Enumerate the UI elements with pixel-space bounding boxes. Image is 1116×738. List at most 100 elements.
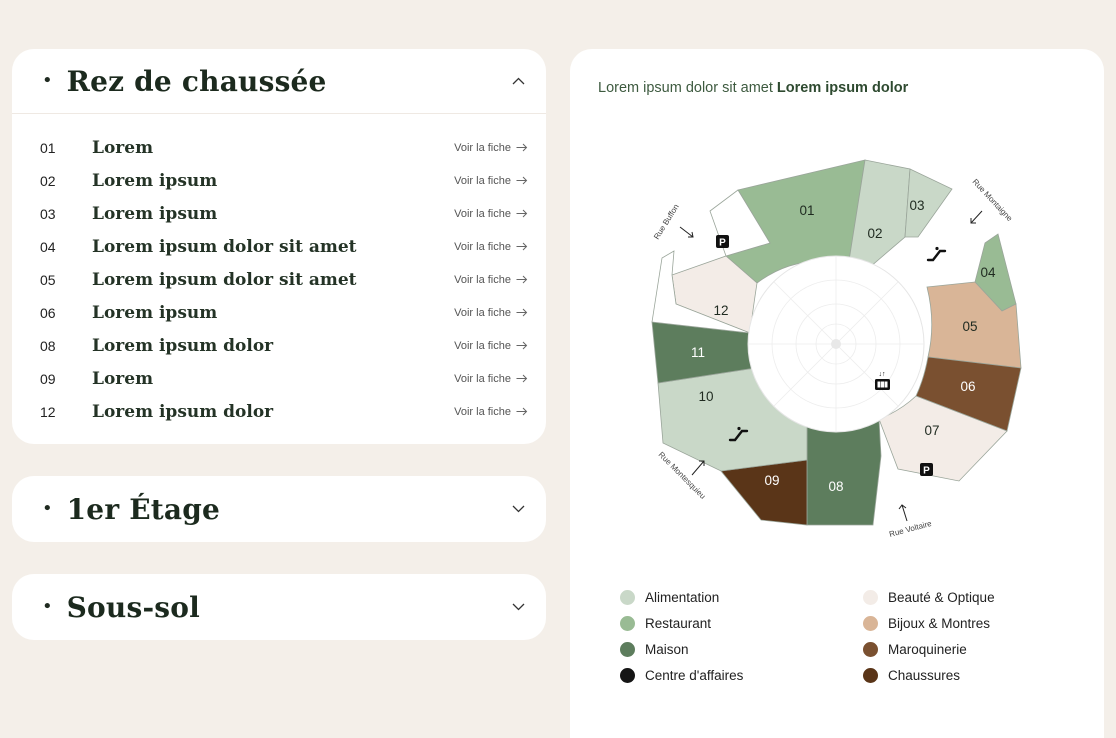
voir-la-fiche-link[interactable]: Voir la fiche (454, 142, 528, 154)
shop-list: 01 Lorem Voir la fiche 02 Lorem ipsum Voir la… (12, 114, 546, 428)
arrow-right-icon (516, 374, 528, 383)
shop-name: Lorem ipsum dolor (92, 401, 274, 422)
accordion-header-1er-etage[interactable]: • 1er Étage (12, 476, 546, 542)
shop-row: 08 Lorem ipsum dolor Voir la fiche (12, 329, 546, 362)
voir-la-fiche-link[interactable]: Voir la fiche (454, 373, 528, 385)
arrow-right-icon (516, 209, 528, 218)
zone-label-06: 06 (960, 379, 975, 394)
chevron-down-icon[interactable] (510, 501, 526, 517)
accordion-header-sous-sol[interactable]: • Sous-sol (12, 574, 546, 640)
floor-map: 01 02 03 04 05 06 07 08 09 10 11 12 P P (651, 159, 1022, 539)
legend-item: Restaurant (620, 616, 711, 631)
voir-la-fiche-label: Voir la fiche (454, 273, 511, 286)
accordion-rez-de-chaussee: • Rez de chaussée 01 Lorem Voir la fiche 02… (12, 49, 546, 444)
bullet: • (42, 498, 53, 519)
zone-label-05: 05 (962, 319, 977, 334)
voir-la-fiche-label: Voir la fiche (454, 405, 511, 418)
shop-row: 12 Lorem ipsum dolor Voir la fiche (12, 395, 546, 428)
zone-label-08: 08 (828, 479, 843, 494)
voir-la-fiche-label: Voir la fiche (454, 141, 511, 154)
shop-row: 06 Lorem ipsum Voir la fiche (12, 296, 546, 329)
legend-swatch (863, 590, 878, 605)
zone-label-09: 09 (764, 473, 779, 488)
legend-label: Bijoux & Montres (888, 616, 991, 631)
section-title: Rez de chaussée (66, 64, 327, 98)
voir-la-fiche-label: Voir la fiche (454, 207, 511, 220)
shop-number: 04 (40, 238, 56, 255)
voir-la-fiche-label: Voir la fiche (454, 240, 511, 253)
voir-la-fiche-link[interactable]: Voir la fiche (454, 340, 528, 352)
voir-la-fiche-link[interactable]: Voir la fiche (454, 208, 528, 220)
voir-la-fiche-link[interactable]: Voir la fiche (454, 241, 528, 253)
section-title: 1er Étage (66, 492, 221, 526)
voir-la-fiche-link[interactable]: Voir la fiche (454, 406, 528, 418)
voir-la-fiche-link[interactable]: Voir la fiche (454, 175, 528, 187)
legend-swatch (620, 590, 635, 605)
zone-label-03: 03 (909, 198, 924, 213)
accordion-1er-etage[interactable]: • 1er Étage (12, 476, 546, 542)
bullet: • (42, 596, 53, 617)
shop-row: 05 Lorem ipsum dolor sit amet Voir la fich… (12, 263, 546, 296)
shop-number: 12 (40, 403, 56, 420)
zone-08[interactable] (806, 418, 882, 526)
legend-swatch (863, 668, 878, 683)
shop-name: Lorem (92, 137, 154, 158)
street-rue-buffon: Rue Buffon (652, 202, 681, 241)
chevron-up-icon[interactable] (510, 73, 526, 89)
legend-swatch (863, 616, 878, 631)
arrow-right-icon (516, 341, 528, 350)
parking-icon: P (920, 463, 933, 477)
zone-label-01: 01 (799, 203, 814, 218)
shop-name: Lorem (92, 368, 154, 389)
shop-name: Lorem ipsum (92, 170, 218, 191)
arrow-right-icon (516, 308, 528, 317)
shop-name: Lorem ipsum (92, 203, 218, 224)
zone-label-10: 10 (698, 389, 713, 404)
legend-item: Maison (620, 642, 689, 657)
shop-row: 09 Lorem Voir la fiche (12, 362, 546, 395)
svg-text:P: P (923, 466, 930, 477)
shop-row: 04 Lorem ipsum dolor sit amet Voir la fich… (12, 230, 546, 263)
zone-label-02: 02 (867, 226, 882, 241)
legend-swatch (620, 668, 635, 683)
shop-row: 02 Lorem ipsum Voir la fiche (12, 164, 546, 197)
legend-label: Alimentation (645, 590, 720, 605)
zone-label-11: 11 (691, 345, 705, 360)
escalator-icon (926, 246, 947, 262)
chevron-down-icon[interactable] (510, 599, 526, 615)
zone-label-04: 04 (980, 265, 996, 280)
shop-name: Lorem ipsum dolor sit amet (92, 236, 357, 257)
legend-swatch (620, 616, 635, 631)
legend-swatch (620, 642, 635, 657)
shop-name: Lorem ipsum (92, 302, 218, 323)
legend-label: Beauté & Optique (888, 590, 995, 605)
shop-number: 06 (40, 304, 56, 321)
arrow-right-icon (516, 242, 528, 251)
shop-number: 09 (40, 370, 56, 387)
legend-label: Maison (645, 642, 689, 657)
legend-item: Alimentation (620, 590, 719, 605)
section-title: Sous-sol (66, 590, 200, 624)
parking-icon: P (716, 235, 729, 249)
legend-item: Centre d'affaires (620, 668, 743, 683)
shop-name: Lorem ipsum dolor (92, 335, 274, 356)
voir-la-fiche-label: Voir la fiche (454, 306, 511, 319)
zone-label-12: 12 (713, 303, 728, 318)
accordion-sous-sol[interactable]: • Sous-sol (12, 574, 546, 640)
shop-row: 03 Lorem ipsum Voir la fiche (12, 197, 546, 230)
voir-la-fiche-link[interactable]: Voir la fiche (454, 307, 528, 319)
shop-name: Lorem ipsum dolor sit amet (92, 269, 357, 290)
arrow-right-icon (516, 143, 528, 152)
plaza-center (831, 339, 841, 349)
svg-text:P: P (719, 238, 726, 249)
accordion-header-rez-de-chaussee[interactable]: • Rez de chaussée (12, 49, 546, 113)
shop-number: 01 (40, 139, 56, 156)
arrow-right-icon (516, 275, 528, 284)
legend-label: Chaussures (888, 668, 961, 683)
legend-item: Maroquinerie (863, 642, 967, 657)
shop-number: 05 (40, 271, 56, 288)
shop-row: 01 Lorem Voir la fiche (12, 131, 546, 164)
voir-la-fiche-label: Voir la fiche (454, 339, 511, 352)
legend-swatch (863, 642, 878, 657)
voir-la-fiche-link[interactable]: Voir la fiche (454, 274, 528, 286)
